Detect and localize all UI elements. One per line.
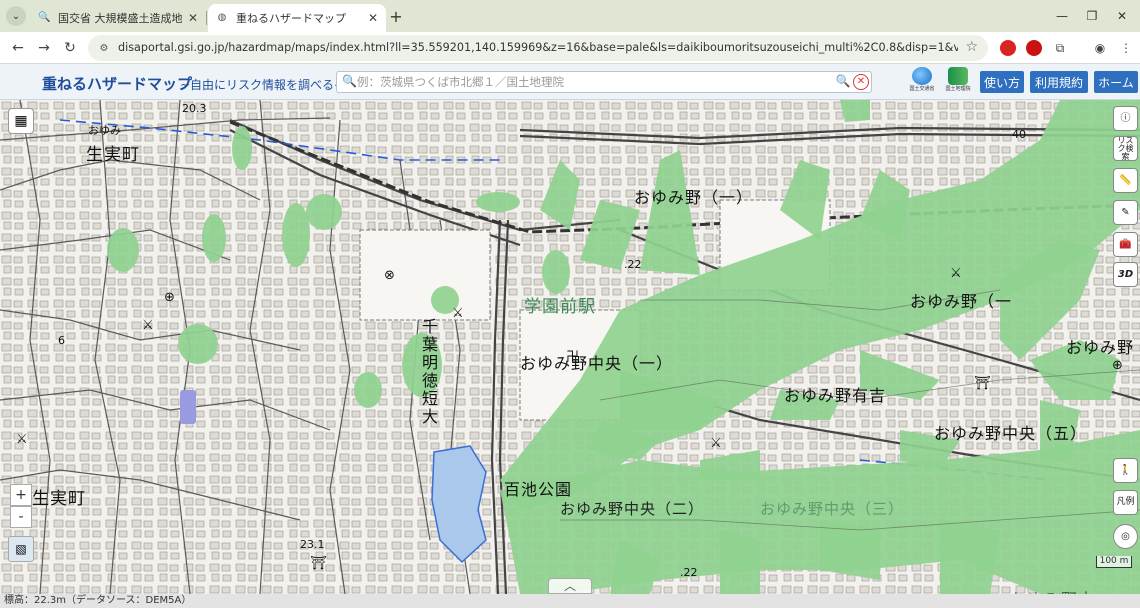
park-label: 百池公園	[504, 480, 573, 499]
clear-icon[interactable]: ✕	[853, 74, 869, 90]
place-label: おゆみ野（一）	[634, 188, 754, 207]
back-icon[interactable]: ←	[8, 38, 28, 58]
place-label: おゆみ野有吉	[784, 386, 887, 405]
search-go-icon[interactable]: 🔍	[835, 74, 851, 90]
tab-search-menu-icon[interactable]: ⌄	[6, 6, 26, 26]
elevation-label: 40	[1012, 128, 1026, 141]
elevation-status: 標高：22.3m（データソース：DEM5A）	[0, 594, 1140, 608]
terms-button[interactable]: 利用規約	[1030, 71, 1088, 93]
gsi-logo[interactable]: 国土地理院	[942, 67, 974, 97]
page-title[interactable]: 重ねるハザードマップ	[42, 73, 192, 94]
elevation-label: 23.1	[300, 538, 325, 551]
school-icon: ⚔	[142, 318, 154, 333]
place-label: おゆみ野（一	[910, 292, 1013, 311]
post-office-icon: ⊕	[1112, 358, 1123, 373]
search-icon: 🔍	[38, 12, 51, 23]
page-subtitle: ~自由にリスク情報を調べる~	[180, 78, 345, 92]
extensions-puzzle-icon[interactable]: ⧉	[1050, 38, 1070, 58]
extension-icon[interactable]	[1000, 40, 1016, 56]
place-label: おゆみ野中央（三）	[760, 500, 905, 518]
risk-search-button[interactable]: リスク検索	[1113, 136, 1138, 161]
place-label: おゆみ野中	[1010, 586, 1095, 594]
zoom-in-button[interactable]: +	[10, 484, 32, 506]
ruler-icon[interactable]: 📏	[1113, 168, 1138, 193]
place-label: おゆみ野中央（二）	[560, 500, 705, 518]
reload-icon[interactable]: ↻	[60, 38, 80, 58]
url-text[interactable]: disaportal.gsi.go.jp/hazardmap/maps/inde…	[118, 41, 958, 54]
place-label: おゆみ野中央（五）	[934, 424, 1088, 443]
place-label: 生実町	[32, 489, 86, 509]
address-search: 🔍 🔍 ✕	[336, 71, 872, 93]
extension-icon[interactable]	[1026, 40, 1042, 56]
toolbox-icon[interactable]: 🧰	[1113, 232, 1138, 257]
restore-icon[interactable]: ❐	[1078, 6, 1106, 26]
minimize-icon[interactable]: —	[1048, 6, 1076, 26]
scale-bar: 100 m	[1096, 556, 1132, 568]
pedestrian-icon[interactable]: 🚶	[1113, 458, 1138, 483]
place-label: おゆみ野中央（一）	[520, 354, 674, 373]
browser-tab-2[interactable]: ◍ 重ねるハザードマップ ✕	[208, 4, 386, 32]
search-input[interactable]	[357, 74, 827, 90]
profile-icon[interactable]: ◉	[1090, 38, 1110, 58]
place-label: 生実町	[86, 145, 140, 165]
home-button[interactable]: ホーム	[1094, 71, 1138, 93]
elevation-label: 6	[58, 334, 65, 347]
school-icon: ⚔	[452, 306, 464, 321]
site-info-icon[interactable]: ⚙	[96, 40, 112, 56]
map-canvas[interactable]: おゆみ 生実町 20.3 おゆみ野（一） .22 学園前駅 おゆみ野中央（一） …	[0, 100, 1140, 594]
minimap-icon[interactable]: ▧	[8, 536, 34, 562]
elevation-label: .22	[624, 258, 642, 271]
school-icon: ⚔	[16, 432, 28, 447]
close-icon[interactable]: ✕	[368, 11, 378, 25]
kebab-menu-icon[interactable]: ⋮	[1116, 38, 1136, 58]
browser-toolbar: ← → ↻ ⚙ disaportal.gsi.go.jp/hazardmap/m…	[0, 32, 1140, 64]
tab-separator	[206, 11, 207, 25]
pencil-icon[interactable]: ✎	[1113, 200, 1138, 225]
place-label: おゆみ	[88, 124, 121, 137]
address-bar[interactable]: ⚙ disaportal.gsi.go.jp/hazardmap/maps/in…	[88, 35, 988, 61]
shrine-icon: ⛩	[974, 376, 991, 391]
forward-icon[interactable]: →	[34, 38, 54, 58]
police-icon: ⊗	[384, 268, 395, 283]
post-office-icon: ⊕	[164, 290, 175, 305]
shrine-icon: ⛩	[310, 556, 327, 571]
layers-icon[interactable]: ▦	[8, 108, 34, 134]
site-header: 重ねるハザードマップ ~自由にリスク情報を調べる~ 🔍 🔍 ✕ 国土交通省 国土…	[0, 64, 1140, 100]
info-icon[interactable]: ⓘ	[1113, 106, 1138, 131]
browser-tab-1[interactable]: 🔍 国交省 大規模盛土造成地分布 ✕	[30, 4, 206, 32]
new-tab-button[interactable]: +	[386, 6, 406, 26]
bookmark-star-icon[interactable]: ☆	[965, 39, 978, 55]
zoom-out-button[interactable]: -	[10, 506, 32, 528]
temple-icon: 卍	[566, 350, 580, 365]
chevron-up-icon[interactable]: ︿	[548, 578, 592, 594]
three-d-button[interactable]: 3D	[1113, 262, 1138, 287]
browser-tab-strip: ⌄ 🔍 国交省 大規模盛土造成地分布 ✕ ◍ 重ねるハザードマップ ✕ + — …	[0, 0, 1140, 32]
how-to-use-button[interactable]: 使い方	[980, 71, 1024, 93]
close-window-icon[interactable]: ✕	[1108, 6, 1136, 26]
close-icon[interactable]: ✕	[188, 11, 198, 25]
place-label: おゆみ野	[1066, 338, 1135, 357]
school-icon: ⚔	[710, 436, 722, 451]
elevation-label: .22	[680, 566, 698, 579]
elevation-label: 20.3	[182, 102, 207, 115]
globe-icon: ◍	[217, 12, 227, 23]
legend-button[interactable]: 凡例	[1113, 490, 1138, 515]
school-icon: ⚔	[950, 266, 962, 281]
compass-icon[interactable]: ◎	[1113, 524, 1138, 549]
search-icon: 🔍	[342, 74, 357, 88]
mlit-logo[interactable]: 国土交通省	[906, 67, 938, 97]
tab-title: 重ねるハザードマップ	[236, 12, 346, 25]
campus-label: 千葉明徳短大	[419, 318, 438, 426]
station-label: 学園前駅	[524, 297, 596, 317]
tab-title: 国交省 大規模盛土造成地分布	[58, 12, 182, 25]
